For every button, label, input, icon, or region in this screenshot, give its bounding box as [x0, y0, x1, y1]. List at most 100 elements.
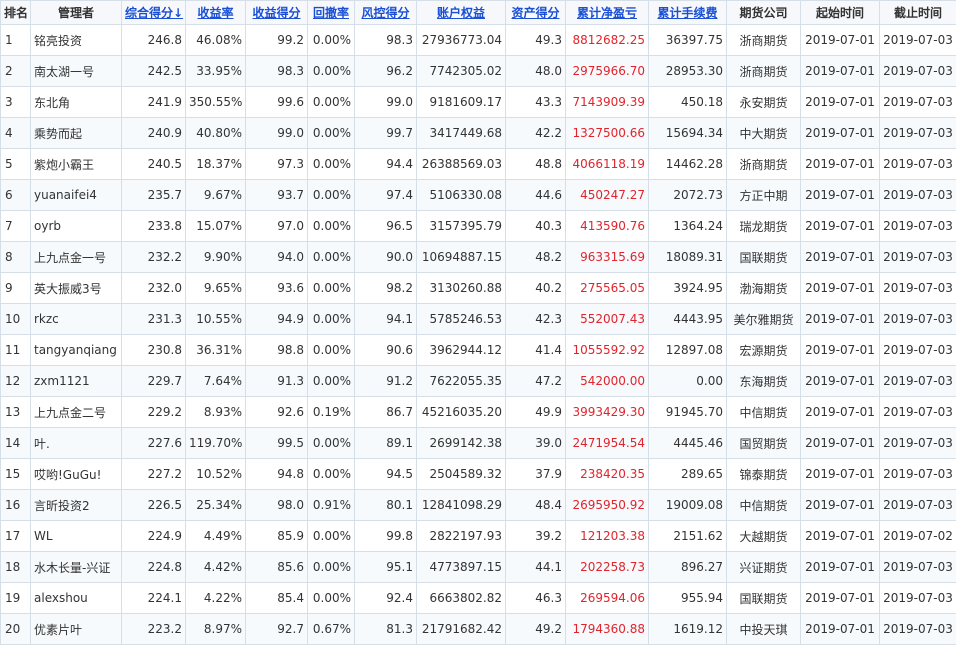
end-date-cell: 2019-07-03 [879, 458, 956, 490]
start-date-cell: 2019-07-01 [800, 86, 880, 118]
col-net-profit-label[interactable]: 累计净盈亏 [577, 6, 637, 20]
rank-cell: 8 [0, 241, 31, 273]
col-drawdown-header[interactable]: 回撤率 [307, 0, 355, 25]
equity-cell: 21791682.42 [416, 613, 506, 645]
drawdown-cell: 0.67% [307, 613, 355, 645]
net-profit-cell: 202258.73 [565, 551, 649, 583]
table-row: 11 tangyanqiang 230.8 36.31% 98.8 0.00% 90.6 39… [0, 334, 956, 366]
col-end-date-header: 截止时间 [879, 0, 956, 25]
net-profit-cell: 8812682.25 [565, 24, 649, 56]
rank-cell: 6 [0, 179, 31, 211]
col-drawdown-label[interactable]: 回撤率 [313, 6, 349, 20]
risk-score-cell: 90.6 [354, 334, 417, 366]
col-equity-label[interactable]: 账户权益 [437, 6, 485, 20]
composite-score-cell: 241.9 [121, 86, 186, 118]
start-date-cell: 2019-07-01 [800, 458, 880, 490]
risk-score-cell: 94.4 [354, 148, 417, 180]
return-rate-cell: 15.07% [185, 210, 246, 242]
drawdown-cell: 0.00% [307, 210, 355, 242]
rank-cell: 3 [0, 86, 31, 118]
return-score-cell: 94.8 [245, 458, 308, 490]
drawdown-cell: 0.91% [307, 489, 355, 521]
col-asset-score-label[interactable]: 资产得分 [511, 6, 559, 20]
risk-score-cell: 99.0 [354, 86, 417, 118]
col-fees-label[interactable]: 累计手续费 [657, 6, 717, 20]
end-date-cell: 2019-07-03 [879, 551, 956, 583]
end-date-cell: 2019-07-02 [879, 520, 956, 552]
manager-cell: 英大振威3号 [30, 272, 122, 304]
rank-cell: 2 [0, 55, 31, 87]
col-fees-header[interactable]: 累计手续费 [648, 0, 727, 25]
header-row: 排名 管理者 综合得分↓ 收益率 收益得分 回撤率 风控得分 账户权益 资产得分 累计净盈亏 累计手… [0, 0, 956, 25]
equity-cell: 3130260.88 [416, 272, 506, 304]
return-score-cell: 85.9 [245, 520, 308, 552]
equity-cell: 6663802.82 [416, 582, 506, 614]
col-composite-score-header[interactable]: 综合得分↓ [121, 0, 186, 25]
fees-cell: 12897.08 [648, 334, 727, 366]
rank-cell: 9 [0, 272, 31, 304]
col-composite-score-label[interactable]: 综合得分↓ [125, 6, 183, 20]
broker-cell: 瑞龙期货 [726, 210, 801, 242]
return-score-cell: 93.6 [245, 272, 308, 304]
table-row: 15 哎哟!GuGu! 227.2 10.52% 94.8 0.00% 94.5 250458… [0, 458, 956, 490]
col-broker-label: 期货公司 [739, 6, 788, 20]
drawdown-cell: 0.00% [307, 551, 355, 583]
return-rate-cell: 4.49% [185, 520, 246, 552]
risk-score-cell: 96.5 [354, 210, 417, 242]
composite-score-cell: 229.2 [121, 396, 186, 428]
net-profit-cell: 2471954.54 [565, 427, 649, 459]
equity-cell: 5785246.53 [416, 303, 506, 335]
composite-score-cell: 246.8 [121, 24, 186, 56]
broker-cell: 兴证期货 [726, 551, 801, 583]
broker-cell: 浙商期货 [726, 55, 801, 87]
net-profit-cell: 552007.43 [565, 303, 649, 335]
return-rate-cell: 7.64% [185, 365, 246, 397]
asset-score-cell: 40.2 [505, 272, 566, 304]
start-date-cell: 2019-07-01 [800, 148, 880, 180]
col-return-rate-header[interactable]: 收益率 [185, 0, 246, 25]
start-date-cell: 2019-07-01 [800, 334, 880, 366]
return-rate-cell: 25.34% [185, 489, 246, 521]
broker-cell: 大越期货 [726, 520, 801, 552]
col-broker-header: 期货公司 [726, 0, 801, 25]
manager-cell: 乘势而起 [30, 117, 122, 149]
col-asset-score-header[interactable]: 资产得分 [505, 0, 566, 25]
rank-cell: 5 [0, 148, 31, 180]
col-return-rate-label[interactable]: 收益率 [197, 6, 233, 20]
asset-score-cell: 48.0 [505, 55, 566, 87]
start-date-cell: 2019-07-01 [800, 551, 880, 583]
composite-score-cell: 231.3 [121, 303, 186, 335]
start-date-cell: 2019-07-01 [800, 55, 880, 87]
return-rate-cell: 9.90% [185, 241, 246, 273]
asset-score-cell: 42.3 [505, 303, 566, 335]
table-body: 1 铭亮投资 246.8 46.08% 99.2 0.00% 98.3 27936773.04… [0, 24, 956, 645]
manager-cell: alexshou [30, 582, 122, 614]
manager-cell: yuanaifei4 [30, 179, 122, 211]
risk-score-cell: 96.2 [354, 55, 417, 87]
return-rate-cell: 18.37% [185, 148, 246, 180]
net-profit-cell: 450247.27 [565, 179, 649, 211]
broker-cell: 宏源期货 [726, 334, 801, 366]
table-row: 3 东北角 241.9 350.55% 99.6 0.00% 99.0 9181609.17 4… [0, 86, 956, 118]
return-score-cell: 85.4 [245, 582, 308, 614]
col-return-score-header[interactable]: 收益得分 [245, 0, 308, 25]
col-net-profit-header[interactable]: 累计净盈亏 [565, 0, 649, 25]
end-date-cell: 2019-07-03 [879, 365, 956, 397]
drawdown-cell: 0.00% [307, 334, 355, 366]
asset-score-cell: 47.2 [505, 365, 566, 397]
manager-cell: 铭亮投资 [30, 24, 122, 56]
risk-score-cell: 99.8 [354, 520, 417, 552]
table-row: 4 乘势而起 240.9 40.80% 99.0 0.00% 99.7 3417449.68 4… [0, 117, 956, 149]
col-risk-score-label[interactable]: 风控得分 [361, 6, 409, 20]
composite-score-cell: 223.2 [121, 613, 186, 645]
col-risk-score-header[interactable]: 风控得分 [354, 0, 417, 25]
broker-cell: 国联期货 [726, 582, 801, 614]
col-return-score-label[interactable]: 收益得分 [252, 6, 300, 20]
asset-score-cell: 49.9 [505, 396, 566, 428]
equity-cell: 2504589.32 [416, 458, 506, 490]
col-equity-header[interactable]: 账户权益 [416, 0, 506, 25]
risk-score-cell: 98.2 [354, 272, 417, 304]
net-profit-cell: 238420.35 [565, 458, 649, 490]
equity-cell: 3962944.12 [416, 334, 506, 366]
col-end-date-label: 截止时间 [893, 6, 942, 20]
